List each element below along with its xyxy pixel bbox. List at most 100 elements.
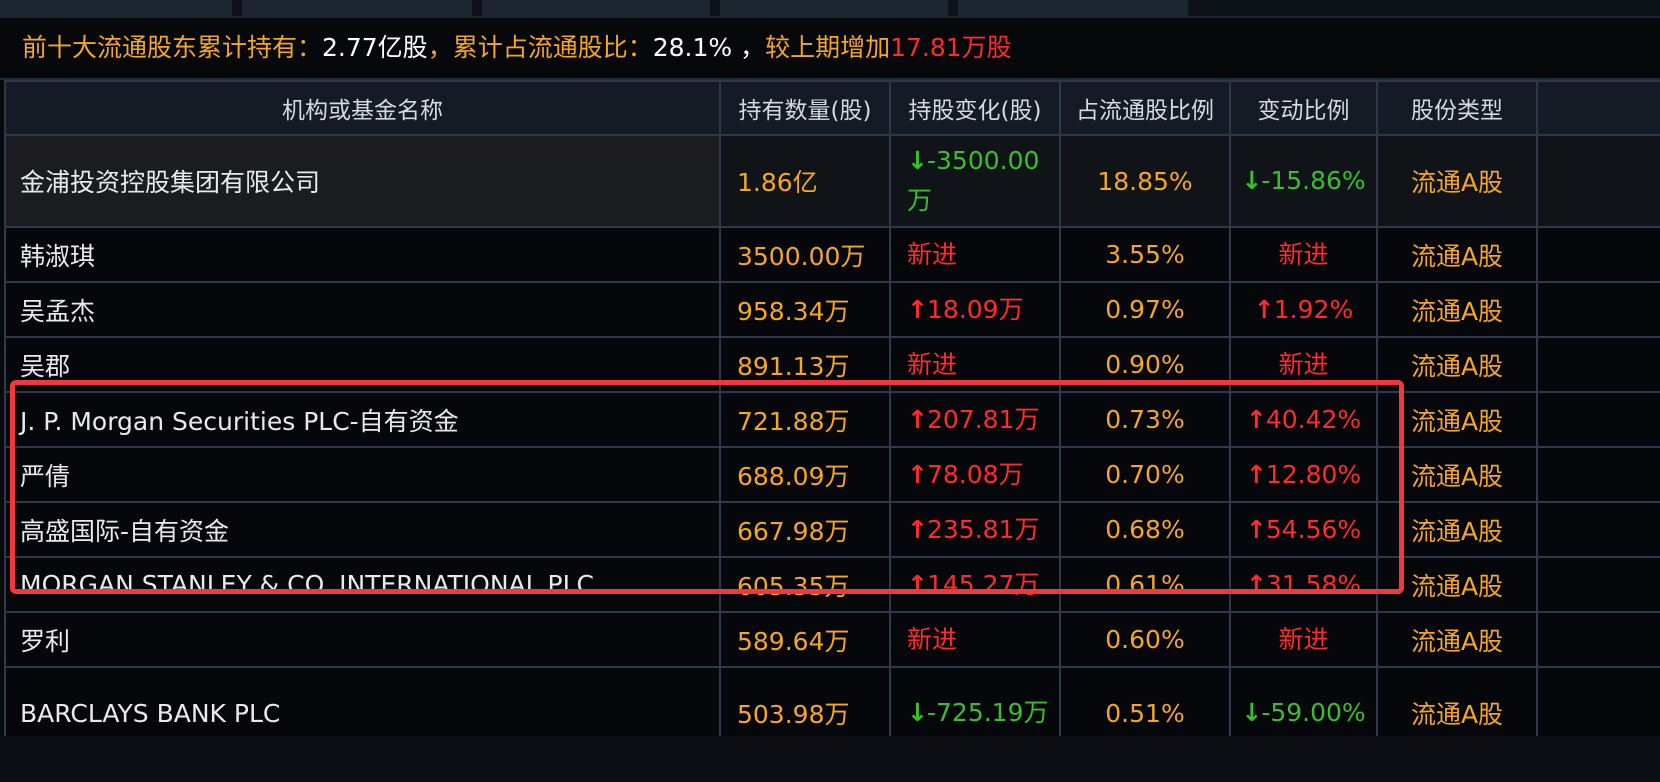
- change-rate-value: -59.00%: [1261, 698, 1366, 727]
- float-ratio: 0.90%: [1059, 336, 1231, 393]
- col-header-rate[interactable]: 变动比例: [1229, 80, 1378, 136]
- change-rate-value: 40.42%: [1265, 404, 1362, 434]
- tab-5[interactable]: [958, 0, 1188, 16]
- change-rate-value: 新进: [1278, 624, 1329, 654]
- holder-name[interactable]: 吴郡: [4, 336, 721, 393]
- holding-change: ↑145.27万: [889, 556, 1061, 613]
- float-ratio: 3.55%: [1059, 226, 1231, 283]
- float-ratio: 0.97%: [1059, 281, 1231, 338]
- col-header-change[interactable]: 持股变化(股): [889, 80, 1061, 136]
- float-ratio: 18.85%: [1059, 134, 1231, 228]
- tab-3[interactable]: [482, 0, 710, 16]
- table-row[interactable]: 金浦投资控股集团有限公司 1.86亿 ↓-3500.00万 18.85% ↓-15.86…: [4, 134, 1660, 228]
- float-ratio: 0.60%: [1059, 611, 1231, 668]
- holding-change: 新进: [889, 226, 1061, 283]
- holding-change: ↓-3500.00万: [889, 134, 1061, 228]
- holding-change-value: 145.27万: [927, 569, 1040, 599]
- change-rate-value: 1.92%: [1273, 294, 1354, 324]
- share-type: 流通A股: [1376, 446, 1538, 503]
- col-header-extra: [1536, 80, 1660, 136]
- change-rate-value: 31.58%: [1265, 569, 1362, 599]
- holding-amount: 958.34万: [719, 281, 891, 338]
- tab-1[interactable]: [0, 0, 232, 16]
- change-rate: ↑54.56%: [1229, 501, 1378, 558]
- extra-cell: [1536, 501, 1660, 558]
- float-ratio: 0.70%: [1059, 446, 1231, 503]
- change-rate: ↑1.92%: [1229, 281, 1378, 338]
- summary-sep-1: ，: [427, 33, 453, 62]
- holder-name[interactable]: 严倩: [4, 446, 721, 503]
- holding-change-value: 18.09万: [927, 294, 1024, 324]
- holding-change: ↑78.08万: [889, 446, 1061, 503]
- extra-cell: [1536, 281, 1660, 338]
- summary-holding-value: 2.77亿股: [322, 33, 428, 62]
- holding-amount: 3500.00万: [719, 226, 891, 283]
- up-arrow-icon: ↑: [1245, 404, 1267, 434]
- share-type: 流通A股: [1376, 391, 1538, 448]
- table-row[interactable]: J. P. Morgan Securities PLC-自有资金 721.88万 ↑…: [4, 391, 1660, 448]
- up-arrow-icon: ↑: [907, 404, 928, 434]
- extra-cell: [1536, 134, 1660, 228]
- summary-change-label: 较上期增加: [765, 33, 891, 62]
- table-row[interactable]: MORGAN STANLEY & CO. INTERNATIONAL PLC. 6…: [4, 556, 1660, 613]
- share-type: 流通A股: [1376, 501, 1538, 558]
- extra-cell: [1536, 391, 1660, 448]
- holding-change: ↑235.81万: [889, 501, 1061, 558]
- tab-2[interactable]: [242, 0, 472, 16]
- table-row[interactable]: 高盛国际-自有资金 667.98万 ↑235.81万 0.68% ↑54.56% 流通A股: [4, 501, 1660, 558]
- table-row[interactable]: 韩淑琪 3500.00万 新进 3.55% 新进 流通A股: [4, 226, 1660, 283]
- table-row[interactable]: 严倩 688.09万 ↑78.08万 0.70% ↑12.80% 流通A股: [4, 446, 1660, 503]
- up-arrow-icon: ↑: [907, 294, 928, 324]
- col-header-pct[interactable]: 占流通股比例: [1059, 80, 1231, 136]
- holder-name[interactable]: 金浦投资控股集团有限公司: [4, 134, 721, 228]
- holding-amount: 891.13万: [719, 336, 891, 393]
- holder-name[interactable]: J. P. Morgan Securities PLC-自有资金: [4, 391, 721, 448]
- holding-change: 新进: [889, 611, 1061, 668]
- change-rate-value: 12.80%: [1265, 459, 1362, 489]
- table-row[interactable]: 吴郡 891.13万 新进 0.90% 新进 流通A股: [4, 336, 1660, 393]
- table-row[interactable]: 吴孟杰 958.34万 ↑18.09万 0.97% ↑1.92% 流通A股: [4, 281, 1660, 338]
- holder-name[interactable]: 高盛国际-自有资金: [4, 501, 721, 558]
- extra-cell: [1536, 336, 1660, 393]
- extra-cell: [1536, 446, 1660, 503]
- shareholder-panel: 前十大流通股东累计持有：2.77亿股，累计占流通股比：28.1% ，较上期增加1…: [0, 0, 1660, 782]
- col-header-type[interactable]: 股份类型: [1376, 80, 1538, 136]
- summary-sep-2: ，: [732, 33, 766, 62]
- holder-name[interactable]: 韩淑琪: [4, 226, 721, 283]
- holder-name[interactable]: 吴孟杰: [4, 281, 721, 338]
- float-ratio: 0.68%: [1059, 501, 1231, 558]
- down-arrow-icon: ↓: [907, 698, 928, 727]
- holding-change-value: 207.81万: [927, 404, 1040, 434]
- extra-cell: [1536, 611, 1660, 668]
- change-rate: 新进: [1229, 336, 1378, 393]
- holding-change-value: 78.08万: [927, 459, 1024, 489]
- col-header-holding[interactable]: 持有数量(股): [719, 80, 891, 136]
- down-arrow-icon: ↓: [1241, 166, 1263, 195]
- summary-ratio-label: 累计占流通股比：: [452, 33, 653, 62]
- share-type: 流通A股: [1376, 226, 1538, 283]
- up-arrow-icon: ↑: [1245, 569, 1267, 599]
- bottom-strip: [0, 736, 1660, 782]
- change-rate-value: 新进: [1278, 239, 1329, 269]
- up-arrow-icon: ↑: [1245, 514, 1267, 544]
- summary-bar: 前十大流通股东累计持有：2.77亿股，累计占流通股比：28.1% ，较上期增加1…: [0, 16, 1660, 80]
- up-arrow-icon: ↑: [907, 459, 928, 489]
- down-arrow-icon: ↓: [907, 146, 928, 175]
- tab-4[interactable]: [720, 0, 948, 16]
- holding-change: ↑18.09万: [889, 281, 1061, 338]
- tab-strip: [0, 0, 1660, 16]
- change-rate-value: 54.56%: [1265, 514, 1362, 544]
- up-arrow-icon: ↑: [1245, 459, 1267, 489]
- holder-name[interactable]: MORGAN STANLEY & CO. INTERNATIONAL PLC.: [4, 556, 721, 613]
- holder-name[interactable]: 罗利: [4, 611, 721, 668]
- float-ratio: 0.61%: [1059, 556, 1231, 613]
- holding-change-value: -725.19万: [927, 698, 1049, 727]
- table-row[interactable]: 罗利 589.64万 新进 0.60% 新进 流通A股: [4, 611, 1660, 668]
- holding-change-value: -3500.00万: [907, 146, 1040, 215]
- share-type: 流通A股: [1376, 556, 1538, 613]
- summary-change-value: 17.81万股: [890, 33, 1012, 62]
- change-rate: ↑12.80%: [1229, 446, 1378, 503]
- col-header-name[interactable]: 机构或基金名称: [4, 80, 721, 136]
- holding-change-value: 235.81万: [927, 514, 1040, 544]
- change-rate-value: -15.86%: [1261, 166, 1366, 195]
